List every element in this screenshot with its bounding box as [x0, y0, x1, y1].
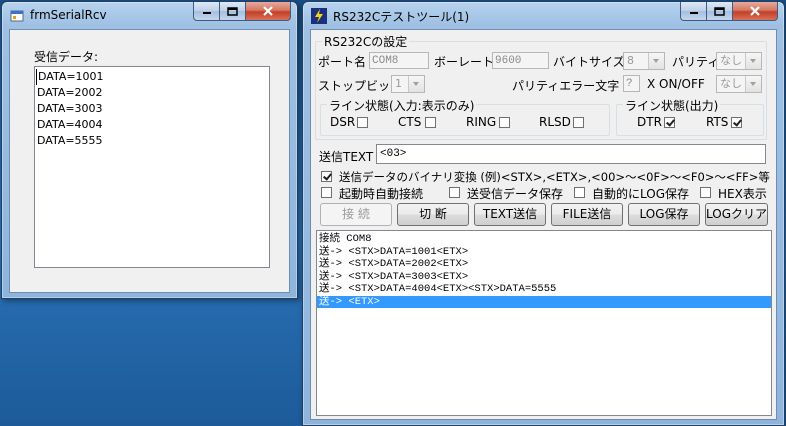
- parity-select[interactable]: なし: [716, 52, 762, 70]
- send-text-button[interactable]: TEXT送信: [474, 203, 546, 226]
- received-line: DATA=5555: [37, 134, 103, 147]
- cts-checkbox[interactable]: [425, 117, 436, 128]
- chevron-down-icon: [408, 76, 424, 92]
- log-textbox[interactable]: 接続 COM8 送-> <STX>DATA=1001<ETX> 送-> <STX…: [316, 230, 772, 416]
- hex-label: HEX表示: [718, 187, 767, 201]
- bytesize-select[interactable]: 8: [623, 52, 665, 70]
- ring-checkbox[interactable]: [499, 117, 510, 128]
- minimize-icon: [689, 12, 698, 14]
- rts-checkbox[interactable]: [731, 117, 742, 128]
- settings-group-title: RS232Cの設定: [322, 33, 410, 50]
- chevron-down-icon: [648, 53, 664, 69]
- auto-connect-checkbox[interactable]: [321, 187, 332, 198]
- disconnect-button[interactable]: 切 断: [397, 203, 469, 226]
- log-save-button[interactable]: LOG保存: [628, 203, 700, 226]
- send-text-label: 送信TEXT: [319, 150, 374, 164]
- log-line: 送-> <STX>DATA=4004<ETX><STX>DATA=5555: [319, 283, 557, 295]
- xonoff-select[interactable]: なし: [716, 75, 762, 93]
- close-icon: [263, 6, 273, 16]
- save-data-label: 送受信データ保存: [467, 187, 564, 201]
- received-data-textbox[interactable]: DATA=1001 DATA=2002 DATA=3003 DATA=4004 …: [34, 66, 270, 268]
- received-line: DATA=2002: [37, 86, 103, 99]
- close-button[interactable]: [733, 2, 778, 21]
- chevron-down-icon: [745, 53, 761, 69]
- close-icon: [750, 6, 760, 16]
- xonoff-value: なし: [720, 77, 742, 90]
- app-icon: [10, 10, 24, 22]
- hex-checkbox[interactable]: [700, 187, 711, 198]
- rlsd-checkbox[interactable]: [573, 117, 584, 128]
- save-data-checkbox[interactable]: [449, 187, 460, 198]
- caption-buttons: [193, 2, 291, 21]
- client-area: RS232Cの設定 ポート名 COM8 ボーレート 9600 バイトサイズ 8 …: [310, 29, 777, 420]
- title-bar[interactable]: RS232Cテストツール(1): [303, 2, 784, 28]
- binary-convert-checkbox[interactable]: [321, 171, 332, 182]
- rts-label: RTS: [706, 115, 729, 129]
- log-line: 送-> <STX>DATA=3003<ETX>: [319, 270, 469, 283]
- stopbit-value: 1: [395, 77, 402, 90]
- received-line: DATA=4004: [37, 118, 103, 131]
- log-line: 接続 COM8: [319, 233, 372, 245]
- lightning-icon: [311, 8, 327, 24]
- ring-label: RING: [466, 115, 497, 129]
- dtr-label: DTR: [637, 115, 662, 129]
- log-line: 送-> <STX>DATA=2002<ETX>: [319, 258, 469, 270]
- maximize-button[interactable]: [220, 2, 246, 21]
- window-title: RS232Cテストツール(1): [333, 10, 470, 24]
- settings-group: RS232Cの設定 ポート名 COM8 ボーレート 9600 バイトサイズ 8 …: [315, 33, 767, 140]
- log-line-selected: 送-> <ETX>: [317, 295, 771, 308]
- dsr-label: DSR: [330, 115, 356, 129]
- stopbit-select[interactable]: 1: [391, 75, 425, 93]
- caption-buttons: [680, 2, 778, 21]
- bytesize-value: 8: [627, 54, 634, 67]
- dtr-checkbox[interactable]: [664, 117, 675, 128]
- xonoff-label: X ON/OFF: [647, 77, 705, 91]
- received-line: DATA=1001: [36, 69, 267, 85]
- close-button[interactable]: [246, 2, 291, 21]
- line-output-group: ライン状態(出力) DTR RTS: [616, 97, 764, 136]
- log-line: 送-> <STX>DATA=1001<ETX>: [319, 245, 469, 258]
- dsr-checkbox[interactable]: [357, 117, 368, 128]
- send-text-input[interactable]: <03>: [376, 144, 766, 164]
- line-input-group-title: ライン状態(入力:表示のみ): [327, 97, 477, 114]
- received-data-label: 受信データ:: [34, 50, 99, 64]
- rlsd-label: RLSD: [539, 115, 571, 129]
- title-bar[interactable]: frmSerialRcv: [2, 2, 297, 28]
- parity-label: パリティ: [672, 55, 720, 69]
- auto-connect-label: 起動時自動接続: [339, 187, 424, 201]
- chevron-down-icon: [745, 76, 761, 92]
- minimize-button[interactable]: [193, 2, 220, 21]
- parity-value: なし: [720, 54, 742, 67]
- send-file-button[interactable]: FILE送信: [551, 203, 623, 226]
- auto-log-checkbox[interactable]: [574, 187, 585, 198]
- stopbit-label: ストップビット: [318, 79, 403, 93]
- minimize-button[interactable]: [680, 2, 707, 21]
- line-input-group: ライン状態(入力:表示のみ) DSR CTS RING RLSD: [320, 97, 610, 136]
- cts-label: CTS: [398, 115, 422, 129]
- line-output-group-title: ライン状態(出力): [623, 97, 721, 114]
- maximize-button[interactable]: [707, 2, 733, 21]
- parity-error-field[interactable]: ?: [623, 75, 640, 92]
- serial-receive-window: frmSerialRcv 受信データ: DATA=1001 DATA=2002 …: [1, 1, 298, 299]
- maximize-icon: [227, 6, 238, 16]
- bytesize-label: バイトサイズ: [553, 55, 625, 69]
- binary-convert-label: 送信データのバイナリ変換 (例)<STX>,<ETX>,<00>〜<0F>〜<F…: [339, 170, 770, 184]
- client-area: 受信データ: DATA=1001 DATA=2002 DATA=3003 DAT…: [9, 29, 290, 293]
- received-line: DATA=3003: [37, 102, 103, 115]
- connect-button[interactable]: 接 続: [320, 203, 392, 226]
- parity-error-label: パリティエラー文字: [512, 79, 620, 93]
- baud-field[interactable]: 9600: [492, 52, 549, 69]
- baud-label: ボーレート: [434, 55, 495, 69]
- log-clear-button[interactable]: LOGクリア: [705, 203, 768, 226]
- window-title: frmSerialRcv: [30, 8, 107, 22]
- minimize-icon: [202, 12, 211, 14]
- maximize-icon: [714, 6, 725, 16]
- port-label: ポート名: [318, 55, 367, 69]
- auto-log-label: 自動的にLOG保存: [592, 187, 690, 201]
- rs232c-tool-window: RS232Cテストツール(1) RS232Cの設定 ポート名 COM8 ボーレー…: [302, 1, 785, 426]
- port-field[interactable]: COM8: [369, 52, 429, 69]
